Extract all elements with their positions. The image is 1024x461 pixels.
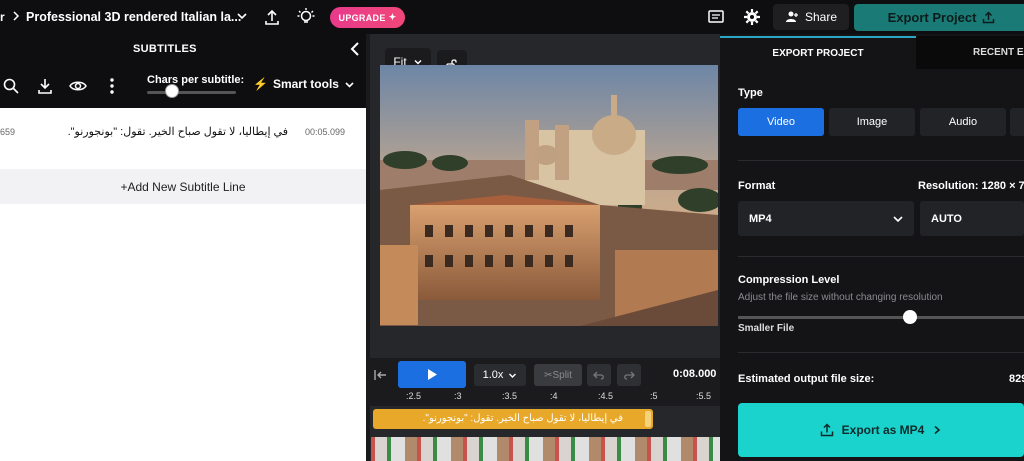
video-track-thumbnails[interactable] bbox=[371, 437, 720, 461]
smaller-file-label: Smaller File bbox=[738, 323, 795, 334]
upgrade-button[interactable]: UPGRADE ✦ bbox=[330, 7, 405, 28]
type-audio-button[interactable]: Audio bbox=[920, 108, 1006, 136]
ruler-tick: :3.5 bbox=[502, 391, 518, 401]
ruler-tick: :4 bbox=[550, 391, 558, 401]
subtitle-text[interactable]: في إيطاليا، لا تقول صباح الخير. تقول: "ب… bbox=[68, 125, 288, 138]
ruler-tick: :2.5 bbox=[406, 391, 422, 401]
upload-icon[interactable] bbox=[262, 7, 282, 27]
sparkle-icon: ✦ bbox=[388, 12, 397, 22]
chevron-down-icon[interactable] bbox=[236, 10, 248, 22]
subtitles-header: SUBTITLES bbox=[0, 34, 366, 64]
subtitle-time[interactable]: 00:05.099 bbox=[305, 127, 345, 137]
more-vertical-icon[interactable] bbox=[103, 77, 121, 95]
smart-tools-dropdown[interactable]: ⚡ Smart tools bbox=[253, 77, 355, 91]
slider-handle[interactable] bbox=[165, 84, 179, 98]
export-icon bbox=[820, 423, 833, 437]
ruler-tick: :5.5 bbox=[696, 391, 712, 401]
subtitles-icon[interactable] bbox=[706, 7, 726, 27]
add-user-icon bbox=[785, 11, 798, 22]
ruler-tick: :4.5 bbox=[598, 391, 614, 401]
ruler-tick: :5 bbox=[650, 391, 658, 401]
format-value: MP4 bbox=[749, 212, 772, 225]
timecode: 0:08.000 bbox=[673, 368, 717, 380]
search-icon[interactable] bbox=[2, 77, 20, 95]
resolution-label: Resolution: 1280 × 7 bbox=[918, 180, 1024, 192]
export-panel bbox=[720, 34, 1024, 461]
compression-description: Adjust the file size without changing re… bbox=[738, 292, 943, 303]
chars-per-subtitle-slider[interactable] bbox=[147, 91, 236, 94]
subtitles-panel: SUBTITLES Chars per subtitle: ⚡ Smart to… bbox=[0, 34, 366, 461]
compression-slider-handle[interactable] bbox=[902, 310, 917, 324]
lightning-icon: ⚡ bbox=[253, 77, 268, 91]
export-project-label: Export Project bbox=[887, 10, 977, 25]
type-label: Type bbox=[738, 87, 763, 99]
chevron-down-icon bbox=[345, 81, 354, 88]
playback-speed-dropdown[interactable]: 1.0x bbox=[474, 364, 526, 386]
top-bar: r Professional 3D rendered Italian la...… bbox=[0, 0, 1024, 34]
format-select[interactable]: MP4 bbox=[738, 201, 914, 236]
breadcrumb[interactable]: r bbox=[0, 10, 5, 24]
subtitle-track-clip[interactable]: في إيطاليا، لا تقول صباح الخير. تقول: "ب… bbox=[373, 409, 653, 429]
type-more-button[interactable] bbox=[1010, 108, 1024, 136]
play-button[interactable] bbox=[398, 361, 466, 388]
add-subtitle-line-button[interactable]: +Add New Subtitle Line bbox=[0, 169, 366, 204]
project-title[interactable]: Professional 3D rendered Italian la... bbox=[26, 10, 241, 24]
chevron-right-icon bbox=[13, 11, 20, 21]
redo-icon bbox=[624, 371, 635, 380]
chevron-right-icon bbox=[934, 425, 941, 435]
export-icon bbox=[983, 11, 995, 24]
rome-cityscape-image bbox=[380, 65, 718, 326]
share-button[interactable]: Share bbox=[773, 4, 849, 30]
divider bbox=[738, 256, 1024, 257]
clip-resize-handle[interactable] bbox=[645, 411, 651, 427]
estimated-size-label: Estimated output file size: bbox=[738, 373, 875, 385]
timeline-ruler[interactable]: :2.5 :3 :3.5 :4 :4.5 :5 :5.5 bbox=[366, 390, 720, 406]
play-icon bbox=[428, 369, 437, 380]
subtitle-row[interactable]: 659 في إيطاليا، لا تقول صباح الخير. تقول… bbox=[0, 108, 366, 164]
resolution-select[interactable]: AUTO bbox=[920, 201, 1024, 236]
speed-label: 1.0x bbox=[482, 369, 504, 381]
export-as-mp4-button[interactable]: Export as MP4 bbox=[738, 403, 1024, 457]
scissors-icon: ✂ bbox=[544, 369, 553, 381]
tab-export-project[interactable]: EXPORT PROJECT bbox=[720, 36, 916, 69]
video-preview[interactable] bbox=[380, 65, 718, 326]
subtitles-toolbar: Chars per subtitle: ⚡ Smart tools bbox=[0, 64, 366, 108]
export-as-mp4-label: Export as MP4 bbox=[841, 423, 925, 437]
gear-icon[interactable] bbox=[742, 7, 762, 27]
eye-icon[interactable] bbox=[69, 77, 87, 95]
chars-per-subtitle-label: Chars per subtitle: bbox=[147, 74, 245, 86]
type-image-button[interactable]: Image bbox=[829, 108, 915, 136]
ruler-tick: :3 bbox=[454, 391, 462, 401]
subtitle-index: 659 bbox=[0, 127, 16, 137]
format-label: Format bbox=[738, 180, 776, 192]
panel-title: SUBTITLES bbox=[133, 43, 197, 55]
compression-slider[interactable] bbox=[738, 316, 1024, 319]
undo-button[interactable] bbox=[587, 364, 611, 386]
export-project-button[interactable]: Export Project bbox=[854, 4, 1024, 31]
tab-recent-exports[interactable]: RECENT EX bbox=[916, 36, 1024, 69]
redo-button[interactable] bbox=[617, 364, 641, 386]
chevron-down-icon bbox=[893, 216, 903, 223]
split-label: Split bbox=[552, 369, 572, 381]
undo-icon bbox=[593, 371, 604, 380]
estimated-size-value: 829 bbox=[1009, 373, 1024, 385]
chevron-down-icon bbox=[509, 373, 517, 378]
divider bbox=[738, 352, 1024, 353]
upgrade-label: UPGRADE bbox=[338, 12, 386, 23]
split-button[interactable]: ✂ Split bbox=[534, 364, 582, 386]
resolution-value: AUTO bbox=[931, 212, 962, 225]
chevron-left-icon[interactable] bbox=[348, 41, 362, 57]
download-icon[interactable] bbox=[36, 77, 54, 95]
smart-tools-label: Smart tools bbox=[272, 77, 339, 91]
share-label: Share bbox=[804, 10, 838, 24]
lightbulb-icon[interactable] bbox=[296, 7, 316, 27]
divider bbox=[738, 160, 1024, 161]
skip-to-start-icon[interactable] bbox=[373, 367, 389, 383]
compression-label: Compression Level bbox=[738, 274, 840, 286]
type-video-button[interactable]: Video bbox=[738, 108, 824, 136]
